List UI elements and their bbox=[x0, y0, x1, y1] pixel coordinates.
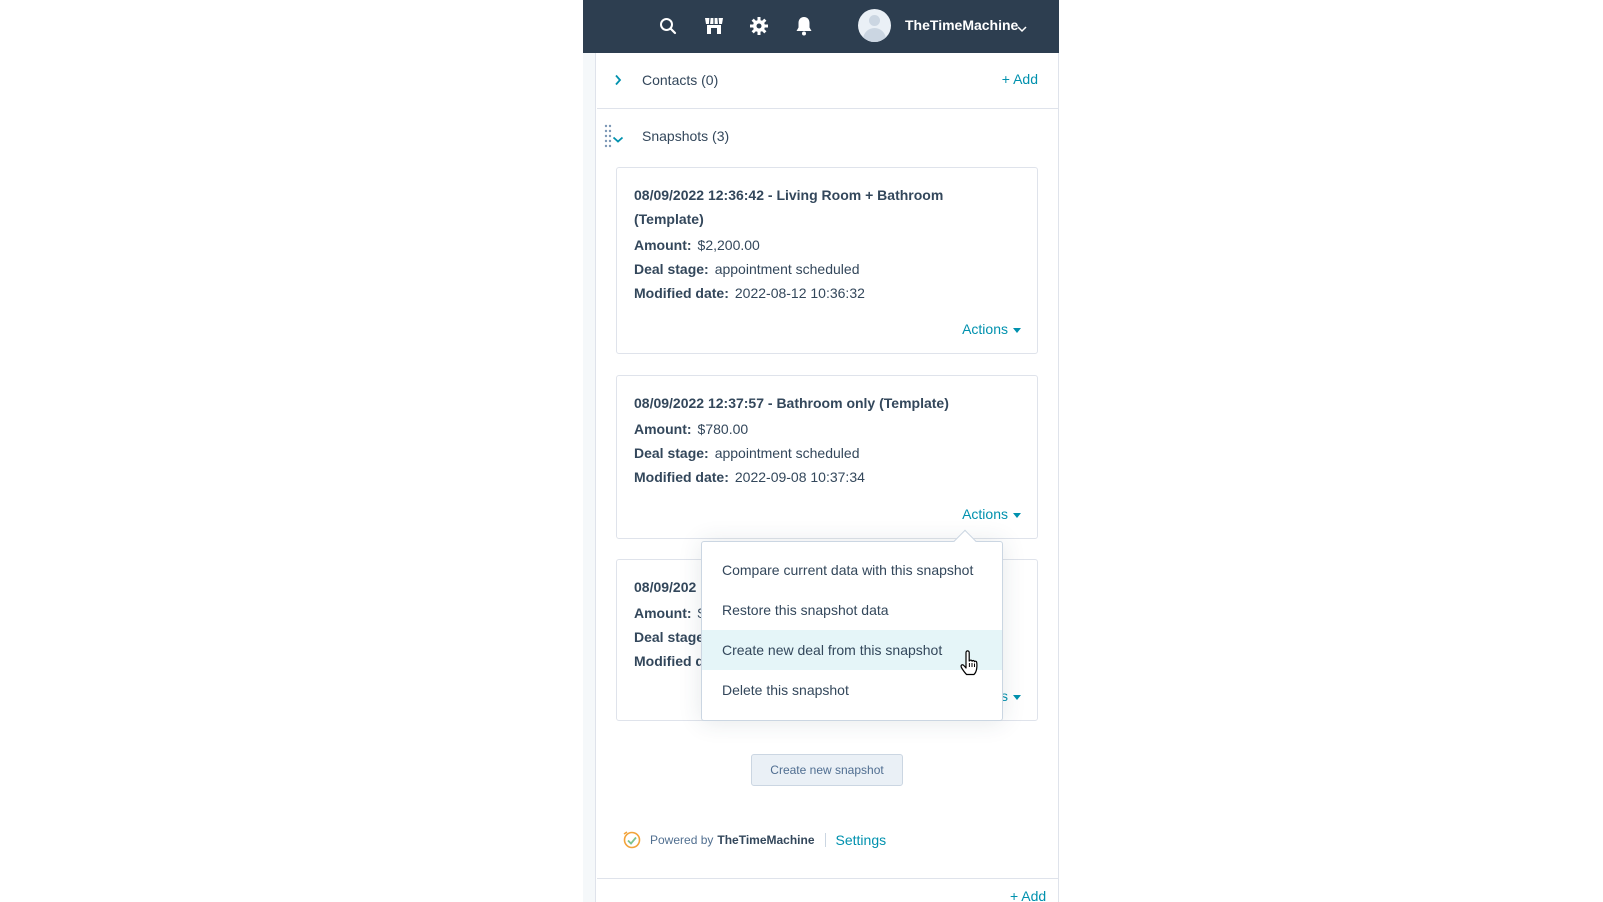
add-link-partial[interactable]: + Add bbox=[1010, 888, 1046, 902]
snapshot-title: 08/09/2022 12:36:42 - Living Room + Bath… bbox=[634, 187, 944, 227]
actions-dropdown[interactable]: Actions bbox=[962, 321, 1021, 337]
powered-by-text: Powered by bbox=[650, 833, 714, 847]
bell-icon[interactable] bbox=[793, 15, 815, 37]
panel-border bbox=[1058, 53, 1059, 902]
menu-item-create-deal[interactable]: Create new deal from this snapshot bbox=[702, 630, 1002, 670]
chevron-down-icon[interactable] bbox=[612, 131, 624, 149]
add-contact-link[interactable]: + Add bbox=[1002, 71, 1038, 87]
snapshot-card: 08/09/2022 12:37:57 - Bathroom only (Tem… bbox=[616, 375, 1038, 539]
marketplace-icon[interactable] bbox=[703, 15, 725, 37]
contacts-section-header[interactable]: Contacts (0) + Add bbox=[597, 53, 1058, 109]
menu-item-delete[interactable]: Delete this snapshot bbox=[702, 670, 1002, 710]
snapshot-card: 08/09/2022 12:36:42 - Living Room + Bath… bbox=[616, 167, 1038, 354]
chevron-down-icon[interactable] bbox=[1017, 20, 1027, 38]
top-navigation-bar: TheTimeMachine bbox=[583, 0, 1059, 53]
snapshots-title[interactable]: Snapshots (3) bbox=[642, 128, 729, 144]
search-icon[interactable] bbox=[657, 15, 679, 37]
snapshot-deal-stage: Deal stage bbox=[634, 629, 705, 645]
drag-handle-icon[interactable] bbox=[604, 124, 612, 153]
snapshot-title: 08/09/2022 12:37:57 - Bathroom only (Tem… bbox=[634, 395, 949, 411]
avatar-body bbox=[863, 28, 886, 42]
snapshot-modified-date: Modified date: 2022-09-08 10:37:34 bbox=[634, 469, 865, 485]
snapshot-deal-stage: Deal stage: appointment scheduled bbox=[634, 261, 860, 277]
gear-icon[interactable] bbox=[748, 15, 770, 37]
powered-by-footer: Powered by TheTimeMachine Settings bbox=[622, 829, 886, 851]
brand-name: TheTimeMachine bbox=[717, 833, 815, 847]
account-name[interactable]: TheTimeMachine bbox=[905, 17, 1018, 33]
section-divider bbox=[597, 878, 1058, 879]
settings-link[interactable]: Settings bbox=[836, 832, 887, 848]
user-avatar[interactable] bbox=[858, 9, 891, 42]
caret-down-icon bbox=[1013, 327, 1021, 333]
snapshot-amount: Amount: $2,200.00 bbox=[634, 237, 760, 253]
create-snapshot-button[interactable]: Create new snapshot bbox=[751, 754, 903, 786]
avatar-head bbox=[869, 15, 880, 26]
snapshot-deal-stage: Deal stage: appointment scheduled bbox=[634, 445, 860, 461]
sidebar-rail bbox=[583, 53, 596, 902]
snapshot-amount: Amount: $780.00 bbox=[634, 421, 749, 437]
timemachine-logo-icon bbox=[622, 830, 642, 850]
snapshot-amount: Amount:$ bbox=[634, 605, 705, 621]
caret-down-icon bbox=[1013, 694, 1021, 700]
snapshot-modified-date: Modified d bbox=[634, 653, 704, 669]
menu-item-compare[interactable]: Compare current data with this snapshot bbox=[702, 550, 1002, 590]
actions-dropdown[interactable]: s bbox=[1001, 688, 1021, 704]
hand-cursor-icon bbox=[960, 650, 980, 681]
actions-menu: Compare current data with this snapshot … bbox=[701, 529, 1003, 721]
snapshot-modified-date: Modified date: 2022-08-12 10:36:32 bbox=[634, 285, 865, 301]
chevron-right-icon[interactable] bbox=[614, 73, 622, 91]
contacts-title[interactable]: Contacts (0) bbox=[642, 72, 718, 88]
caret-down-icon bbox=[1013, 512, 1021, 518]
menu-item-restore[interactable]: Restore this snapshot data bbox=[702, 590, 1002, 630]
footer-divider bbox=[824, 833, 826, 847]
actions-dropdown[interactable]: Actions bbox=[962, 506, 1021, 522]
